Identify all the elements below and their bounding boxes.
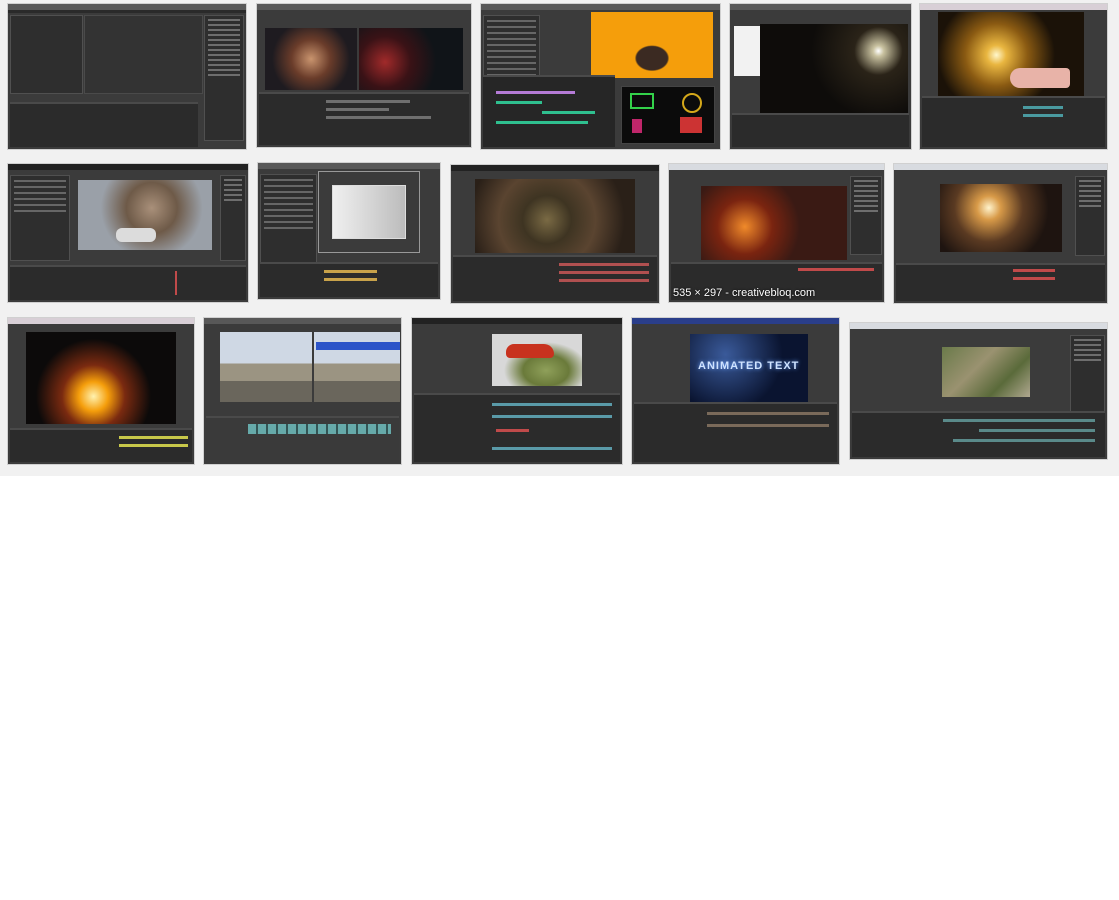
result-thumbnail-orange-keying[interactable] — [481, 4, 720, 149]
hand-image — [1010, 68, 1070, 88]
dropdown-menu — [734, 26, 762, 76]
timeline-panel — [10, 264, 246, 300]
result-thumbnail-golden-portal[interactable] — [920, 4, 1107, 149]
timeline-panel — [732, 113, 909, 147]
window-titlebar — [481, 4, 720, 10]
window-light-image — [940, 184, 1062, 252]
result-thumbnail-burning-face[interactable]: 535 × 297 - creativebloq.com — [669, 164, 884, 302]
result-thumbnail-soldier-split[interactable] — [204, 318, 401, 464]
night-city-image — [760, 24, 908, 114]
result-thumbnail-fire-hands[interactable] — [8, 318, 194, 464]
window-titlebar — [920, 4, 1107, 10]
timeline-panel — [414, 392, 620, 462]
result-thumbnail-red-car[interactable] — [412, 318, 622, 464]
car-shape — [116, 228, 156, 242]
fire-hands-image — [26, 332, 176, 424]
timeline-panel — [453, 254, 657, 301]
result-thumbnail-night-city[interactable] — [730, 4, 911, 149]
ironman-face-image — [265, 28, 357, 90]
window-titlebar — [730, 4, 911, 10]
window-titlebar — [669, 164, 884, 170]
result-thumbnail-aerial-map[interactable] — [850, 323, 1107, 459]
animated-text-overlay: ANIMATED TEXT — [698, 360, 800, 372]
hud-graphics-panel — [621, 86, 715, 144]
result-thumbnail-window-rays[interactable] — [894, 164, 1107, 303]
result-thumbnail-car-explosion[interactable] — [8, 164, 248, 302]
camera-frame — [318, 171, 420, 253]
timeline-panel — [922, 95, 1105, 147]
window-titlebar — [204, 318, 401, 324]
effects-panel — [1069, 335, 1105, 413]
menu-bar — [8, 10, 246, 13]
orange-keyed-footage — [591, 12, 713, 78]
timeline-panel — [206, 416, 399, 462]
window-titlebar — [850, 323, 1107, 329]
red-car-melon-image — [492, 334, 582, 386]
result-thumbnail-3d-room[interactable] — [258, 163, 440, 299]
red-car-shape — [506, 344, 554, 358]
result-thumbnail-ironman-hud[interactable] — [257, 4, 471, 147]
space-text-image: ANIMATED TEXT — [690, 334, 808, 402]
window-titlebar — [894, 164, 1107, 170]
timeline-panel — [10, 101, 199, 147]
window-titlebar — [257, 4, 471, 10]
hud-image — [359, 28, 463, 90]
timeline-panel — [634, 401, 837, 462]
project-panel — [10, 175, 70, 261]
result-thumbnail-space-text[interactable]: ANIMATED TEXT — [632, 318, 839, 464]
image-size-caption: 535 × 297 - creativebloq.com — [673, 287, 816, 299]
window-titlebar — [8, 318, 194, 324]
project-panel — [10, 15, 84, 94]
result-thumbnail-grenade[interactable] — [451, 165, 659, 303]
timeline-panel — [10, 427, 192, 462]
timeline-panel — [259, 91, 469, 145]
timeline-panel — [483, 75, 615, 147]
effects-panel — [220, 175, 246, 261]
grenade-image — [475, 179, 635, 253]
aerial-map-image — [942, 347, 1030, 397]
timeline-panel — [896, 262, 1105, 301]
window-titlebar — [451, 165, 659, 171]
effects-panel — [849, 176, 882, 256]
effects-panel — [1075, 176, 1105, 256]
layers-panel — [260, 174, 317, 272]
effects-panel — [203, 15, 244, 141]
timeline-panel — [260, 262, 438, 297]
window-titlebar — [412, 318, 622, 324]
soldier-image-left — [220, 332, 312, 402]
window-titlebar — [8, 164, 248, 170]
result-thumbnail-ae-workspace[interactable] — [8, 4, 246, 149]
window-titlebar — [632, 318, 839, 324]
timeline-panel — [852, 411, 1105, 457]
blue-label-bar — [316, 342, 400, 350]
window-titlebar — [258, 163, 440, 169]
burning-face-image — [701, 186, 847, 260]
composition-viewer — [84, 15, 204, 94]
